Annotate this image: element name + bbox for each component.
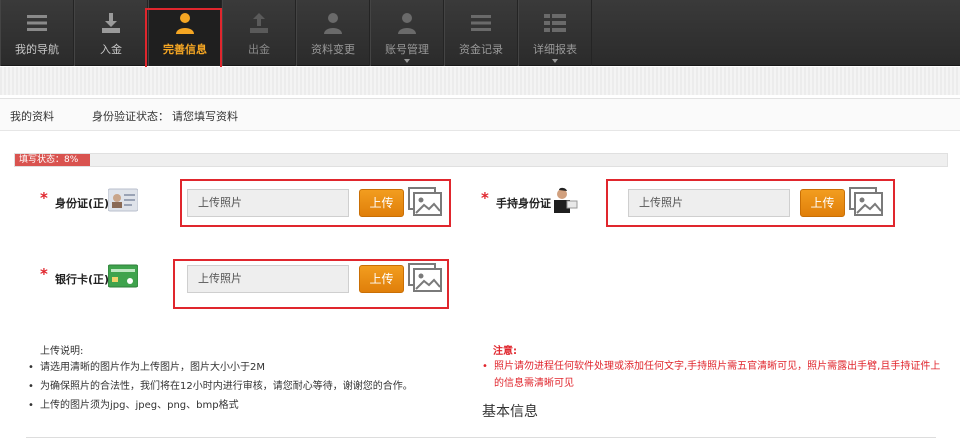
download-icon — [102, 13, 120, 33]
nav-item-my-navigation[interactable]: 我的导航 — [0, 0, 74, 66]
id-front-upload-button[interactable]: 上传 — [359, 189, 404, 217]
nav-item-deposit[interactable]: 入金 — [74, 0, 148, 66]
chevron-down-icon — [404, 59, 410, 63]
nav-item-detailed-report[interactable]: 详细报表 — [518, 0, 592, 66]
nav-item-fund-records[interactable]: 资金记录 — [444, 0, 518, 66]
basic-info-heading: 基本信息 — [482, 404, 538, 420]
image-preview-icon — [408, 187, 442, 216]
upload-instructions-title: 上传说明: — [40, 346, 84, 357]
required-marker: * — [481, 189, 489, 207]
required-marker: * — [40, 265, 48, 283]
bank-card-upload-button[interactable]: 上传 — [359, 265, 404, 293]
nav-label: 完善信息 — [163, 43, 207, 56]
verification-status-label: 身份验证状态： — [92, 110, 169, 123]
hand-held-upload-button[interactable]: 上传 — [800, 189, 845, 217]
nav-label: 详细报表 — [533, 43, 577, 56]
image-preview-icon — [849, 187, 883, 216]
list-icon — [471, 15, 491, 31]
user-icon — [176, 13, 194, 34]
attention-list: 照片请勿进程任何软件处理或添加任何文字,手持照片需五官清晰可见，照片需露出手臂,… — [482, 358, 942, 392]
chevron-down-icon — [552, 59, 558, 63]
list-item: 为确保照片的合法性，我们将在12小时内进行审核，请您耐心等待，谢谢您的合作。 — [28, 377, 413, 396]
hand-held-id-label: 手持身份证 — [496, 197, 551, 210]
nav-label: 资金记录 — [459, 43, 503, 56]
bank-card-thumbnail — [108, 264, 138, 288]
upload-icon — [250, 13, 268, 33]
fill-progress-bar: 填写状态：8% — [14, 153, 948, 167]
verification-status-value: 请您填写资料 — [172, 110, 238, 123]
top-navigation: 我的导航 入金 完善信息 出金 资料变更 账号管理 资金记录 详细报表 — [0, 0, 960, 66]
list-item: 上传的图片须为jpg、jpeg、png、bmp格式 — [28, 396, 413, 415]
nav-label: 账号管理 — [385, 43, 429, 56]
attention-title: 注意: — [493, 346, 517, 357]
id-front-label: 身份证(正) — [55, 197, 110, 210]
user-icon — [398, 13, 416, 34]
panel-title: 我的资料 — [10, 110, 54, 123]
id-card-thumbnail — [108, 188, 138, 212]
panel-header: 我的资料 身份验证状态： 请您填写资料 — [0, 99, 960, 131]
table-icon — [544, 14, 566, 32]
bank-card-label: 银行卡(正) — [55, 273, 110, 286]
nav-label: 我的导航 — [15, 43, 59, 56]
hand-held-id-thumbnail — [554, 187, 578, 213]
required-marker: * — [40, 189, 48, 207]
dashboard-icon — [27, 15, 47, 31]
upload-instructions-list: 请选用清晰的图片作为上传图片，图片大小小于2M 为确保照片的合法性，我们将在12… — [28, 358, 413, 415]
nav-item-account-management[interactable]: 账号管理 — [370, 0, 444, 66]
progress-label: 填写状态：8% — [19, 155, 79, 165]
nav-item-complete-info[interactable]: 完善信息 — [148, 0, 222, 66]
nav-label: 资料变更 — [311, 43, 355, 56]
nav-label: 入金 — [100, 43, 122, 56]
list-item: 照片请勿进程任何软件处理或添加任何文字,手持照片需五官清晰可见，照片需露出手臂,… — [482, 358, 942, 392]
nav-item-withdraw[interactable]: 出金 — [222, 0, 296, 66]
list-item: 请选用清晰的图片作为上传图片，图片大小小于2M — [28, 358, 413, 377]
bank-card-upload-field[interactable]: 上传照片 — [187, 265, 349, 293]
hand-held-upload-field[interactable]: 上传照片 — [628, 189, 790, 217]
user-icon — [324, 13, 342, 34]
nav-label: 出金 — [248, 43, 270, 56]
id-front-upload-field[interactable]: 上传照片 — [187, 189, 349, 217]
nav-item-profile-change[interactable]: 资料变更 — [296, 0, 370, 66]
profile-panel: 我的资料 身份验证状态： 请您填写资料 填写状态：8% * 身份证(正) 上传照… — [0, 98, 960, 440]
image-preview-icon — [408, 263, 442, 292]
sub-toolbar — [0, 67, 960, 95]
